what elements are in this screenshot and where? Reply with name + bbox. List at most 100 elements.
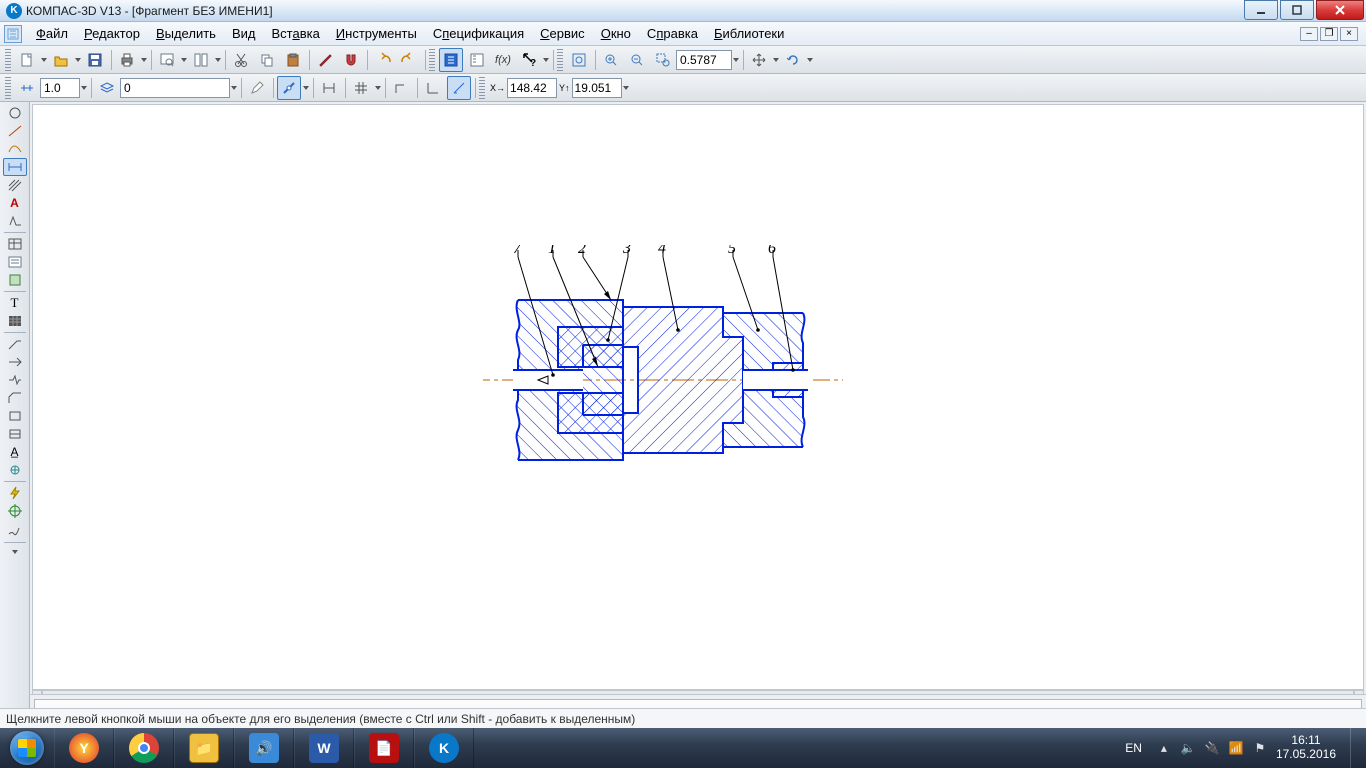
tray-action-icon[interactable]: ⚑ <box>1252 740 1268 756</box>
save-button[interactable] <box>83 48 107 72</box>
open-file-dropdown[interactable] <box>74 58 82 62</box>
table-icon[interactable] <box>3 235 27 253</box>
cut-button[interactable] <box>229 48 253 72</box>
undo-button[interactable] <box>371 48 395 72</box>
preview-button[interactable] <box>155 48 179 72</box>
table-insert-icon[interactable] <box>3 312 27 330</box>
break-icon[interactable] <box>3 371 27 389</box>
tray-up-icon[interactable]: ▴ <box>1156 740 1172 756</box>
coord-y-value[interactable]: 19.051 <box>572 78 622 98</box>
parametric-icon[interactable] <box>3 461 27 479</box>
zoom-in-button[interactable] <box>599 48 623 72</box>
ortho-button[interactable] <box>389 76 413 100</box>
toolbar-grip[interactable] <box>5 77 11 99</box>
taskbar-yandex-browser[interactable]: Y <box>54 728 114 768</box>
taskbar-chrome[interactable] <box>114 728 174 768</box>
snap-toggle-button[interactable] <box>277 76 301 100</box>
show-desktop-button[interactable] <box>1350 728 1358 768</box>
menu-libraries[interactable]: Библиотеки <box>706 24 792 43</box>
zoom-fit-button[interactable] <box>567 48 591 72</box>
menu-help[interactable]: Справка <box>639 24 706 43</box>
spec-icon[interactable] <box>3 253 27 271</box>
leader-icon[interactable] <box>3 335 27 353</box>
step-dropdown[interactable] <box>80 86 88 90</box>
print-dropdown[interactable] <box>140 58 148 62</box>
target-icon[interactable] <box>3 502 27 520</box>
snap-dropdown[interactable] <box>302 86 310 90</box>
language-indicator[interactable]: EN <box>1119 737 1148 759</box>
new-file-dropdown[interactable] <box>40 58 48 62</box>
layers-icon[interactable] <box>95 76 119 100</box>
drawing-canvas[interactable]: 7 1 2 3 4 5 <box>32 104 1364 690</box>
print-button[interactable] <box>115 48 139 72</box>
global-cs-button[interactable] <box>447 76 471 100</box>
toolbar-grip[interactable] <box>479 77 485 99</box>
window-close-button[interactable] <box>1316 0 1364 20</box>
grid-button[interactable] <box>349 76 373 100</box>
paste-button[interactable] <box>281 48 305 72</box>
modify-icon[interactable] <box>3 353 27 371</box>
variables-button[interactable]: f(x) <box>491 48 515 72</box>
zoom-value-dropdown[interactable] <box>732 58 740 62</box>
start-button[interactable] <box>0 728 54 768</box>
toolbar-grip[interactable] <box>429 49 435 71</box>
zoom-value-input[interactable] <box>676 50 732 70</box>
preview-dropdown[interactable] <box>180 58 188 62</box>
menu-insert[interactable]: Вставка <box>263 24 327 43</box>
roughness-icon[interactable] <box>3 212 27 230</box>
chamfer-icon[interactable] <box>3 389 27 407</box>
mdi-close-button[interactable]: × <box>1340 27 1358 41</box>
dimension-tool-icon[interactable] <box>3 158 27 176</box>
document-icon[interactable] <box>4 25 22 43</box>
edit-button[interactable] <box>245 76 269 100</box>
mdi-minimize-button[interactable]: – <box>1300 27 1318 41</box>
text-tool-icon[interactable]: A <box>3 194 27 212</box>
toolbar-overflow[interactable] <box>622 86 630 90</box>
taskbar-pdf[interactable]: 📄 <box>354 728 414 768</box>
window-maximize-button[interactable] <box>1280 0 1314 20</box>
pan-dropdown[interactable] <box>772 58 780 62</box>
coord-x-value[interactable]: 148.42 <box>507 78 557 98</box>
help-dropdown[interactable] <box>542 58 550 62</box>
magnet-button[interactable] <box>339 48 363 72</box>
refresh-button[interactable] <box>781 48 805 72</box>
flash-icon[interactable] <box>3 484 27 502</box>
taskbar-clock[interactable]: 16:11 17.05.2016 <box>1276 734 1336 762</box>
taskbar-media[interactable]: 🔊 <box>234 728 294 768</box>
pan-button[interactable] <box>747 48 771 72</box>
curve-icon[interactable] <box>3 520 27 538</box>
toolbar-grip[interactable] <box>557 49 563 71</box>
open-file-button[interactable] <box>49 48 73 72</box>
window-minimize-button[interactable] <box>1244 0 1278 20</box>
taskbar-explorer[interactable]: 📁 <box>174 728 234 768</box>
menu-file[interactable]: Файл <box>28 24 76 43</box>
toolbox-overflow[interactable] <box>11 550 19 554</box>
dimensions-button[interactable] <box>317 76 341 100</box>
menu-tools[interactable]: Инструменты <box>328 24 425 43</box>
layer-value-input[interactable] <box>120 78 230 98</box>
properties-dropdown[interactable] <box>214 58 222 62</box>
tray-volume-icon[interactable]: 🔈 <box>1180 740 1196 756</box>
spline-icon[interactable] <box>3 140 27 158</box>
menu-spec[interactable]: Спецификация <box>425 24 532 43</box>
report-icon[interactable] <box>3 271 27 289</box>
menu-editor[interactable]: Редактор <box>76 24 148 43</box>
menu-select[interactable]: Выделить <box>148 24 224 43</box>
tray-network-icon[interactable]: 📶 <box>1228 740 1244 756</box>
menu-view[interactable]: Вид <box>224 24 264 43</box>
mdi-restore-button[interactable]: ❐ <box>1320 27 1338 41</box>
zoom-out-button[interactable] <box>625 48 649 72</box>
help-context-button[interactable]: ? <box>517 48 541 72</box>
step-icon[interactable] <box>15 76 39 100</box>
step-value-input[interactable] <box>40 78 80 98</box>
line-tool-icon[interactable] <box>3 122 27 140</box>
fillet-icon[interactable] <box>3 407 27 425</box>
copy-button[interactable] <box>255 48 279 72</box>
toolbar-grip[interactable] <box>5 49 11 71</box>
redo-button[interactable] <box>397 48 421 72</box>
measure-icon[interactable] <box>3 425 27 443</box>
brush-button[interactable] <box>313 48 337 72</box>
taskbar-word[interactable]: W <box>294 728 354 768</box>
tree-button[interactable] <box>465 48 489 72</box>
tray-power-icon[interactable]: 🔌 <box>1204 740 1220 756</box>
